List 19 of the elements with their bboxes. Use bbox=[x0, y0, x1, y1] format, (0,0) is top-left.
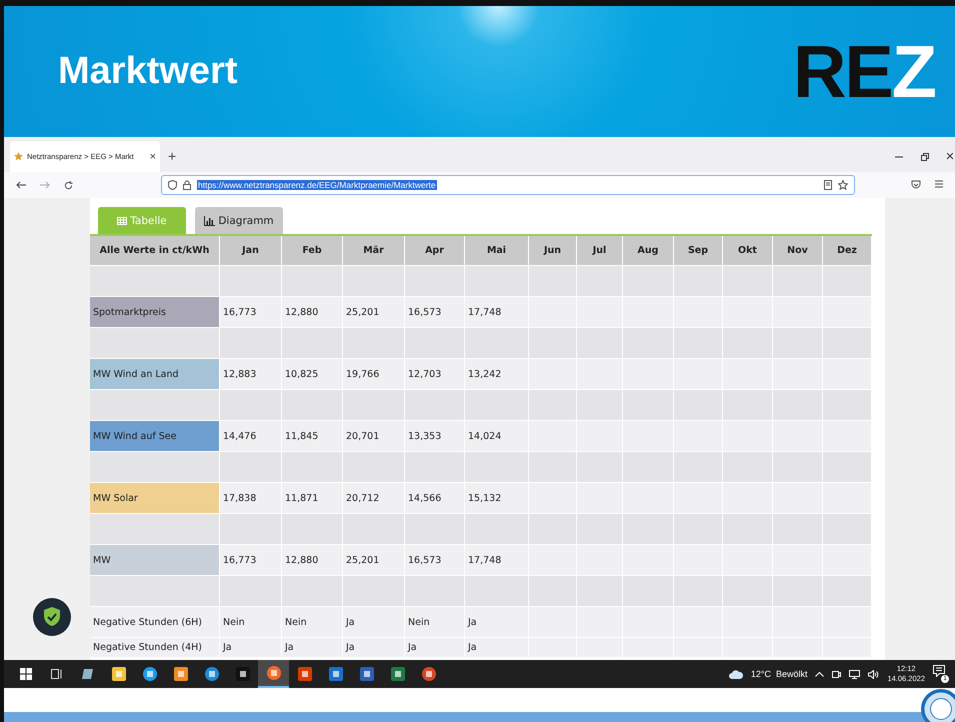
table-cell: Ja bbox=[343, 638, 405, 658]
address-bar[interactable]: https://www.netztransparenz.de/EEG/Marktpraemie/Marktwerte bbox=[161, 175, 855, 195]
new-tab-button[interactable]: + bbox=[168, 148, 176, 164]
row-label: Spotmarktpreis bbox=[90, 297, 220, 328]
logo: REZ bbox=[792, 34, 935, 108]
view-tab[interactable]: Diagramm bbox=[195, 207, 283, 234]
table-cell: Ja bbox=[465, 638, 529, 658]
row-label: MW Solar bbox=[90, 483, 220, 514]
slide-title: Marktwert bbox=[58, 50, 238, 93]
row-label: MW Wind auf See bbox=[90, 421, 220, 452]
url-text: https://www.netztransparenz.de/EEG/Marktpraemie/Marktwerte bbox=[197, 180, 437, 190]
row-label: MW Wind an Land bbox=[90, 359, 220, 390]
close-tab-button[interactable]: × bbox=[150, 150, 156, 162]
row-label: MW bbox=[90, 545, 220, 576]
table-cell: Ja bbox=[405, 638, 465, 658]
table-cell: Ja bbox=[220, 638, 282, 658]
table-cell: Ja bbox=[282, 638, 343, 658]
weather-text[interactable]: 12°C Bewölkt bbox=[750, 669, 808, 679]
row-label: Negative Stunden (4H) bbox=[90, 638, 220, 658]
